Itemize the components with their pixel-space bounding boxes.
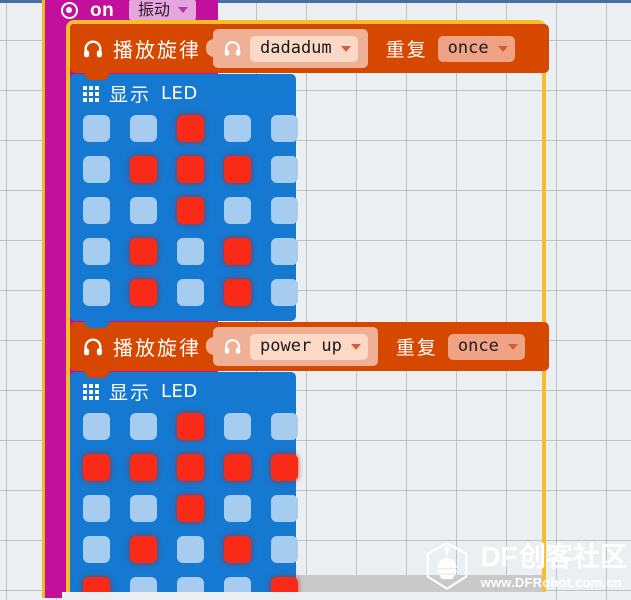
led-cell[interactable]: [271, 413, 298, 440]
led-cell[interactable]: [271, 197, 298, 224]
led-block-label-cn: 显示: [109, 84, 152, 106]
led-cell[interactable]: [83, 495, 110, 522]
melody-block[interactable]: 播放旋律 dadadum 重复 once: [70, 24, 550, 80]
melody-value-block[interactable]: dadadum: [206, 29, 368, 68]
led-cell[interactable]: [83, 156, 110, 183]
led-cell[interactable]: [83, 279, 110, 306]
headphone-icon: [84, 40, 102, 57]
led-block-header: 显示 LED: [70, 81, 296, 106]
melody-repeat-label: 重复: [385, 39, 428, 61]
led-cell[interactable]: [130, 536, 157, 563]
led-cell[interactable]: [224, 279, 251, 306]
led-display-block[interactable]: 显示 LED: [70, 74, 298, 328]
headphone-icon: [84, 338, 102, 355]
melody-block-label: 播放旋律: [113, 38, 201, 62]
led-matrix[interactable]: [70, 106, 298, 312]
melody-repeat-value: once: [457, 336, 499, 356]
led-cell[interactable]: [224, 115, 251, 142]
led-cell[interactable]: [177, 156, 204, 183]
event-block-label: on: [90, 0, 115, 21]
led-block-label-en: LED: [161, 83, 198, 104]
melody-block-label: 播放旋律: [113, 336, 201, 360]
led-cell[interactable]: [271, 156, 298, 183]
chevron-down-icon: [507, 343, 518, 350]
chevron-down-icon: [178, 7, 189, 13]
grid-3x3-icon: [83, 85, 99, 102]
led-matrix[interactable]: [70, 404, 298, 600]
melody-block[interactable]: 播放旋律 power up 重复 once: [70, 322, 550, 378]
led-cell[interactable]: [224, 156, 251, 183]
melody-repeat-label: 重复: [395, 337, 438, 359]
led-cell[interactable]: [271, 238, 298, 265]
chevron-down-icon: [350, 343, 361, 350]
melody-name-value: dadadum: [260, 38, 332, 58]
led-display-block[interactable]: 显示 LED: [70, 372, 298, 600]
led-cell[interactable]: [130, 495, 157, 522]
led-cell[interactable]: [83, 454, 110, 481]
led-cell[interactable]: [130, 454, 157, 481]
led-cell[interactable]: [177, 536, 204, 563]
led-cell[interactable]: [130, 197, 157, 224]
led-cell[interactable]: [83, 536, 110, 563]
melody-repeat-dropdown[interactable]: once: [437, 35, 515, 62]
chevron-down-icon: [340, 45, 351, 52]
workspace-bottom-gap: [62, 592, 546, 600]
led-cell[interactable]: [177, 238, 204, 265]
led-cell[interactable]: [177, 279, 204, 306]
led-cell[interactable]: [83, 197, 110, 224]
led-cell[interactable]: [271, 495, 298, 522]
target-dot-icon: [61, 2, 78, 19]
melody-repeat-value: once: [447, 38, 489, 58]
led-cell[interactable]: [271, 279, 298, 306]
led-cell[interactable]: [130, 279, 157, 306]
chevron-down-icon: [497, 45, 508, 52]
led-cell[interactable]: [130, 238, 157, 265]
blocks-workspace[interactable]: on 振动 播放旋律 dadadum 重复 once 显示 LED 播放旋律 p…: [0, 0, 631, 600]
led-cell[interactable]: [224, 197, 251, 224]
led-block-header: 显示 LED: [70, 379, 296, 404]
melody-repeat-dropdown[interactable]: once: [447, 333, 525, 360]
led-cell[interactable]: [130, 156, 157, 183]
headphone-icon: [224, 339, 241, 354]
led-block-label-cn: 显示: [109, 382, 152, 404]
led-cell[interactable]: [83, 115, 110, 142]
melody-name-value: power up: [260, 336, 342, 356]
led-block-label-en: LED: [161, 381, 198, 402]
led-cell[interactable]: [177, 413, 204, 440]
led-cell[interactable]: [271, 536, 298, 563]
led-cell[interactable]: [177, 495, 204, 522]
event-block-header[interactable]: on 振动: [45, 0, 221, 22]
headphone-icon: [224, 41, 241, 56]
event-trigger-value: 振动: [138, 0, 171, 19]
led-cell[interactable]: [177, 197, 204, 224]
melody-name-dropdown[interactable]: dadadum: [250, 35, 358, 62]
led-cell[interactable]: [177, 115, 204, 142]
melody-value-block[interactable]: power up: [206, 327, 378, 366]
led-cell[interactable]: [130, 115, 157, 142]
led-cell[interactable]: [224, 413, 251, 440]
led-cell[interactable]: [177, 454, 204, 481]
led-cell[interactable]: [224, 238, 251, 265]
led-cell[interactable]: [224, 536, 251, 563]
block-stack[interactable]: 播放旋律 dadadum 重复 once 显示 LED 播放旋律 power u…: [70, 24, 550, 600]
led-cell[interactable]: [271, 115, 298, 142]
led-cell[interactable]: [271, 454, 298, 481]
melody-name-dropdown[interactable]: power up: [250, 333, 368, 360]
led-cell[interactable]: [83, 238, 110, 265]
led-cell[interactable]: [83, 413, 110, 440]
grid-3x3-icon: [83, 383, 99, 400]
event-trigger-dropdown[interactable]: 振动: [129, 0, 197, 22]
led-cell[interactable]: [224, 495, 251, 522]
led-cell[interactable]: [224, 454, 251, 481]
led-cell[interactable]: [130, 413, 157, 440]
